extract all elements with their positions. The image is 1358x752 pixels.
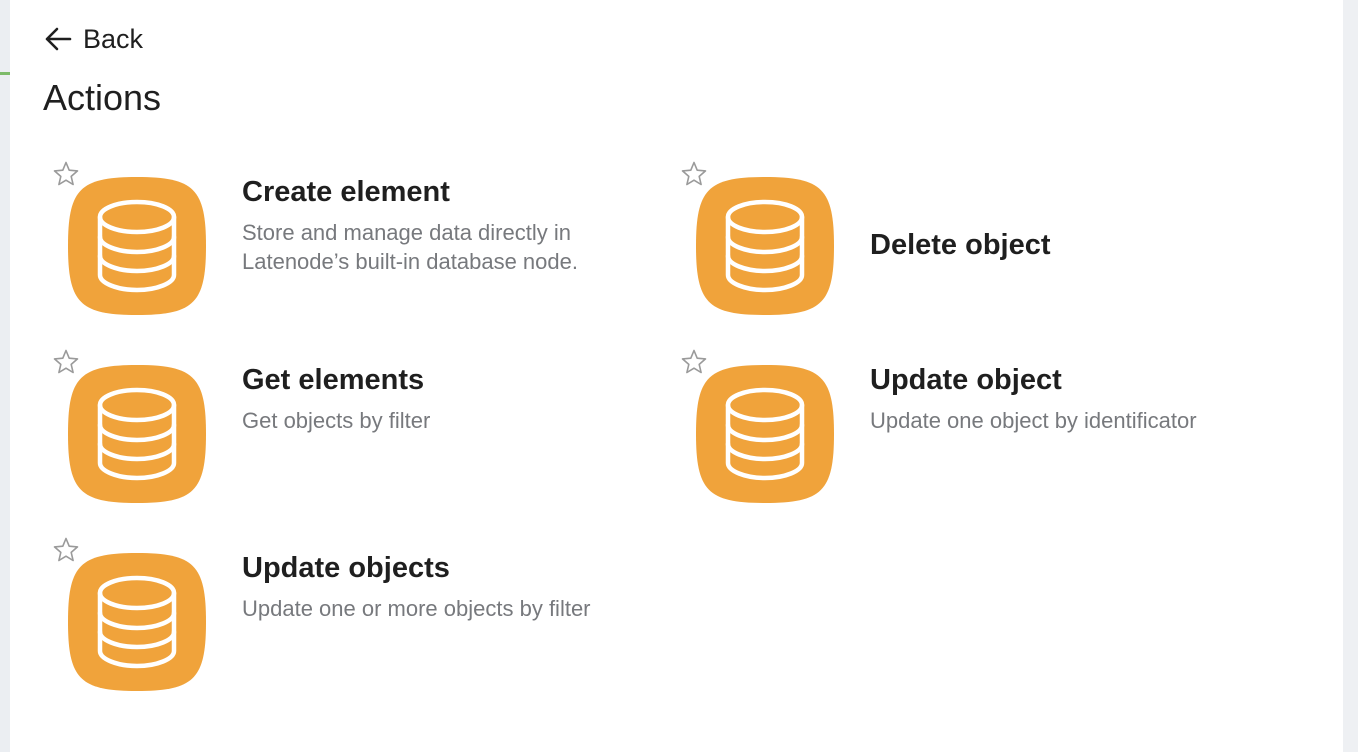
page-title: Actions (43, 77, 162, 118)
database-icon (66, 175, 208, 317)
action-name: Create element (242, 176, 450, 208)
action-description: Update one or more objects by filter (242, 596, 591, 621)
action-card-delete-object[interactable]: Delete object (680, 160, 1280, 320)
action-card-update-object[interactable]: Update object Update one object by ident… (680, 348, 1280, 508)
action-text: Create element Store and manage data dir… (242, 174, 662, 276)
database-icon (66, 363, 208, 505)
action-description: Store and manage data directly in Lateno… (242, 220, 578, 274)
action-name: Update objects (242, 552, 450, 584)
action-text: Update objects Update one or more object… (242, 550, 612, 623)
action-card-get-elements[interactable]: Get elements Get objects by filter (52, 348, 652, 508)
arrow-left-icon (43, 24, 73, 54)
action-card-update-objects[interactable]: Update objects Update one or more object… (52, 536, 652, 696)
action-description: Get objects by filter (242, 408, 431, 433)
back-label: Back (83, 23, 144, 54)
left-rail (0, 0, 10, 752)
action-name: Update object (870, 364, 1062, 396)
database-icon (694, 175, 836, 317)
left-rail-accent (0, 72, 10, 75)
actions-panel: Back Actions Create element Store and ma… (10, 0, 1343, 752)
back-button[interactable]: Back (43, 22, 143, 56)
database-icon (66, 551, 208, 693)
action-description: Update one object by identificator (870, 408, 1197, 433)
action-text: Get elements Get objects by filter (242, 362, 662, 435)
action-text: Update object Update one object by ident… (870, 362, 1290, 435)
database-icon (694, 363, 836, 505)
action-card-create-element[interactable]: Create element Store and manage data dir… (52, 160, 652, 320)
action-name: Get elements (242, 364, 425, 396)
action-name: Delete object (870, 229, 1051, 261)
scrollbar-track[interactable] (1343, 0, 1358, 752)
action-text: Delete object (870, 160, 1290, 330)
